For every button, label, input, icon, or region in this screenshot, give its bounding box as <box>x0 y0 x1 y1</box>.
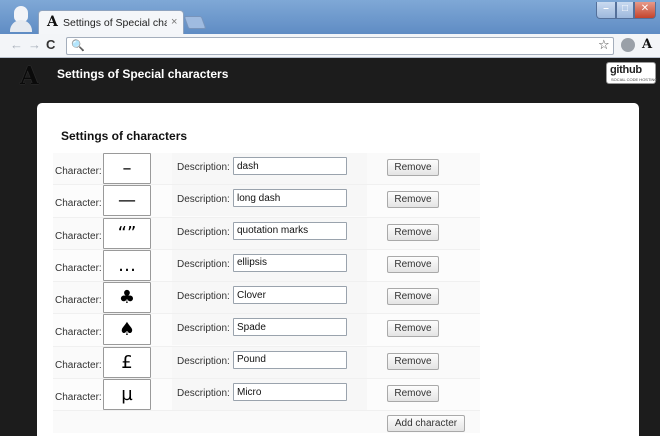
reload-icon[interactable]: C <box>46 37 55 52</box>
special-characters-extension-icon[interactable]: A <box>642 37 652 52</box>
character-row: Character:♠ Description: Remove <box>53 314 480 347</box>
maximize-icon: □ <box>621 3 629 14</box>
character-label: Character: <box>55 198 102 210</box>
browser-tab[interactable]: A Settings of Special characters × <box>38 10 184 34</box>
close-icon: ✕ <box>640 3 650 14</box>
settings-card: Settings of characters Character: – Descri… <box>37 103 639 436</box>
maximize-button[interactable]: □ <box>616 2 634 19</box>
description-input[interactable] <box>233 286 347 305</box>
remove-button[interactable]: Remove <box>387 288 439 306</box>
description-input[interactable] <box>233 350 347 369</box>
extension-icon[interactable] <box>621 38 635 52</box>
character-label: Character: <box>55 166 102 177</box>
remove-button[interactable]: Remove <box>387 352 439 370</box>
description-input[interactable] <box>233 253 347 272</box>
character-row: Character:… Description: Remove <box>53 249 480 283</box>
character-box[interactable]: ♣ <box>103 282 151 314</box>
description-label: Description: <box>177 258 230 270</box>
close-window-button[interactable]: ✕ <box>634 2 656 19</box>
character-row: Character:— Description: Remove <box>53 185 480 218</box>
character-box[interactable]: £ <box>103 346 151 378</box>
description-input[interactable] <box>233 189 347 208</box>
description-input[interactable] <box>233 157 347 175</box>
add-character-button[interactable]: Add character <box>387 415 465 433</box>
github-link[interactable]: github SOCIAL CODE HOSTING <box>606 62 658 84</box>
character-row: Character:– Description: Remove <box>53 153 480 186</box>
description-label: Description: <box>177 355 230 367</box>
description-input[interactable] <box>233 221 347 240</box>
window-titlebar: A Settings of Special characters × – □ ✕ <box>0 0 660 34</box>
character-box[interactable]: – <box>103 153 151 184</box>
search-icon: 🔍 <box>71 40 85 52</box>
character-row: Character:“” Description: Remove <box>53 217 480 250</box>
minimize-button[interactable]: – <box>596 2 616 19</box>
description-input[interactable] <box>233 383 347 402</box>
character-label: Character: <box>55 327 102 339</box>
character-box[interactable]: ♠ <box>103 314 151 346</box>
address-bar[interactable]: 🔍 <box>66 37 614 55</box>
remove-button[interactable]: Remove <box>387 255 439 273</box>
remove-button[interactable]: Remove <box>387 385 439 403</box>
character-row: Character:µ Description: Remove <box>53 379 480 412</box>
remove-button[interactable]: Remove <box>387 223 439 241</box>
character-box[interactable]: — <box>103 185 151 217</box>
tab-title: Settings of Special characters <box>63 17 167 29</box>
description-label: Description: <box>177 194 230 206</box>
character-row: Character:£ Description: Remove <box>53 346 480 380</box>
character-list: Character:–Description:RemoveCharacter:—… <box>53 153 480 434</box>
character-label: Character: <box>55 295 102 307</box>
minimize-icon: – <box>603 3 609 14</box>
description-label: Description: <box>177 323 230 335</box>
character-label: Character: <box>55 230 102 242</box>
forward-arrow-icon[interactable]: → <box>28 37 41 52</box>
tab-close-icon[interactable]: × <box>171 16 177 28</box>
character-row: Character:♣ Description: Remove <box>53 282 480 315</box>
app-logo: A <box>20 61 39 90</box>
description-input[interactable] <box>233 318 347 337</box>
character-label: Character: <box>55 392 102 404</box>
section-title: Settings of characters <box>61 129 188 143</box>
address-input[interactable] <box>85 39 605 53</box>
remove-button[interactable]: Remove <box>387 191 439 209</box>
new-tab-button[interactable] <box>183 16 207 29</box>
character-box[interactable]: … <box>103 249 151 281</box>
bookmark-star-icon[interactable]: ☆ <box>598 37 610 53</box>
page-title: Settings of Special characters <box>57 67 229 81</box>
character-label: Character: <box>55 359 102 371</box>
description-label: Description: <box>177 162 230 173</box>
profile-avatar-icon[interactable] <box>10 4 32 32</box>
github-tagline: SOCIAL CODE HOSTING <box>611 77 658 82</box>
description-label: Description: <box>177 291 230 303</box>
tab-favicon-icon: A <box>47 14 58 30</box>
github-logo: github <box>610 64 642 76</box>
add-row: Add character <box>53 411 480 434</box>
character-box[interactable]: µ <box>103 379 151 411</box>
description-label: Description: <box>177 388 230 400</box>
character-box[interactable]: “” <box>103 217 151 249</box>
remove-button[interactable]: Remove <box>387 320 439 338</box>
description-label: Description: <box>177 226 230 238</box>
character-label: Character: <box>55 262 102 274</box>
browser-toolbar: ← → C 🔍 ☆ A <box>0 34 660 58</box>
remove-button[interactable]: Remove <box>387 159 439 176</box>
page-header: A Settings of Special characters github … <box>0 59 660 90</box>
back-arrow-icon[interactable]: ← <box>10 37 23 52</box>
